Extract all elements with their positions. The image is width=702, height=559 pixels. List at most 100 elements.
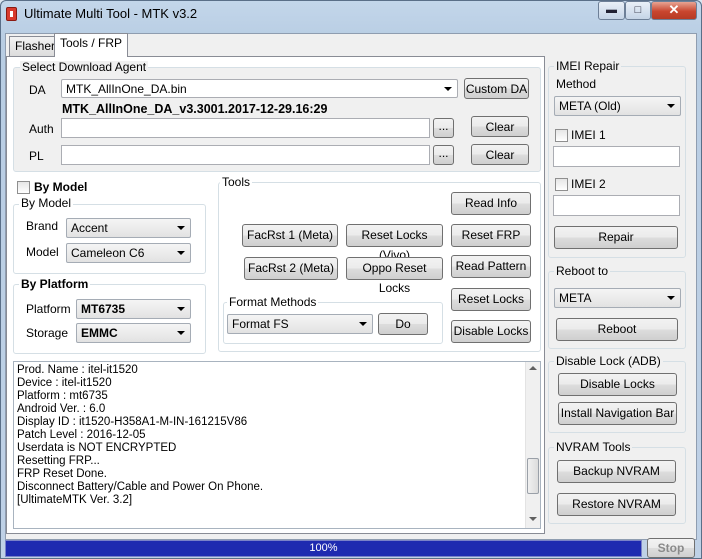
imei2-checkbox[interactable] [555, 178, 568, 191]
minimize-button[interactable]: ▬ [598, 1, 625, 20]
imei1-field[interactable] [553, 146, 680, 167]
close-button[interactable]: ✕ [651, 1, 697, 20]
oppo-reset-locks-button[interactable]: Oppo Reset Locks [346, 257, 443, 295]
log-output[interactable]: Prod. Name : itel-it1520 Device : itel-i… [13, 361, 541, 529]
format-method-value: Format FS [232, 317, 289, 331]
brand-label: Brand [26, 219, 59, 233]
minimize-icon: ▬ [606, 4, 617, 16]
facrst1-button[interactable]: FacRst 1 (Meta) [242, 224, 338, 247]
platform-select[interactable]: MT6735 [76, 299, 191, 319]
format-do-button[interactable]: Do [378, 313, 428, 335]
nvram-tools-label: NVRAM Tools [554, 440, 633, 454]
imei-repair-label: IMEI Repair [554, 59, 622, 73]
by-model-group [13, 204, 206, 274]
log-line: Android Ver. : 6.0 [17, 403, 106, 415]
by-model-group-label: By Model [19, 196, 74, 210]
log-line: FRP Reset Done. [17, 468, 107, 480]
download-agent-label: Select Download Agent [20, 60, 149, 74]
da-version-text: MTK_AllInOne_DA_v3.3001.2017-12-29.16:29 [62, 102, 328, 116]
chevron-down-icon [177, 307, 185, 311]
backup-nvram-button[interactable]: Backup NVRAM [557, 460, 676, 483]
maximize-button[interactable]: □ [625, 1, 651, 20]
platform-label: Platform [26, 302, 71, 316]
auth-clear-button[interactable]: Clear [471, 116, 529, 137]
imei1-label: IMEI 1 [571, 128, 606, 142]
da-select-value: MTK_AllInOne_DA.bin [66, 82, 187, 96]
imei2-field[interactable] [553, 195, 680, 216]
tab-tools-frp[interactable]: Tools / FRP [54, 33, 129, 57]
reboot-mode-value: META [559, 291, 592, 305]
scroll-up-icon[interactable] [529, 366, 537, 370]
format-methods-label: Format Methods [227, 295, 319, 309]
progress-text: 100% [309, 542, 338, 554]
storage-select[interactable]: EMMC [76, 323, 191, 343]
model-select[interactable]: Cameleon C6 [66, 243, 191, 263]
reset-locks-vivo-button[interactable]: Reset Locks (Vivo) [346, 224, 443, 262]
model-label: Model [26, 245, 59, 259]
platform-select-value: MT6735 [81, 302, 126, 316]
pl-browse-button[interactable]: ... [433, 145, 454, 165]
stop-button[interactable]: Stop [647, 538, 695, 558]
by-model-checkbox[interactable] [17, 181, 30, 194]
chevron-down-icon [177, 331, 185, 335]
log-line: Userdata is NOT ENCRYPTED [17, 442, 177, 454]
log-line: Disconnect Battery/Cable and Power On Ph… [17, 481, 264, 493]
scroll-down-icon[interactable] [529, 517, 537, 521]
app-icon [6, 7, 17, 21]
disable-locks-button[interactable]: Disable Locks [451, 320, 531, 343]
adb-disable-locks-button[interactable]: Disable Locks [558, 373, 677, 396]
da-label: DA [29, 83, 46, 97]
model-select-value: Cameleon C6 [71, 246, 145, 260]
format-method-select[interactable]: Format FS [227, 314, 373, 334]
storage-label: Storage [26, 326, 69, 340]
disable-lock-adb-label: Disable Lock (ADB) [554, 354, 663, 368]
pl-clear-button[interactable]: Clear [471, 144, 529, 165]
reboot-button[interactable]: Reboot [556, 318, 678, 341]
window-title: Ultimate Multi Tool - MTK v3.2 [24, 6, 198, 21]
by-model-checkbox-label: By Model [34, 180, 88, 194]
by-platform-group-label: By Platform [19, 277, 91, 291]
install-navigation-bar-button[interactable]: Install Navigation Bar [558, 402, 677, 425]
imei-method-value: META (Old) [559, 99, 621, 113]
scroll-thumb[interactable] [527, 458, 539, 494]
auth-field[interactable] [61, 118, 430, 138]
reset-frp-button[interactable]: Reset FRP [451, 224, 531, 247]
by-platform-group [13, 284, 206, 354]
imei2-label: IMEI 2 [571, 177, 606, 191]
auth-label: Auth [29, 122, 54, 136]
method-label: Method [556, 77, 597, 91]
chevron-down-icon [177, 226, 185, 230]
brand-select[interactable]: Accent [66, 218, 191, 238]
log-line: Patch Level : 2016-12-05 [17, 429, 146, 441]
read-pattern-button[interactable]: Read Pattern [451, 255, 531, 278]
log-line: [UltimateMTK Ver. 3.2] [17, 494, 133, 506]
reset-locks-button[interactable]: Reset Locks [451, 288, 531, 311]
read-info-button[interactable]: Read Info [451, 192, 531, 215]
reboot-group-label: Reboot to [554, 264, 611, 278]
log-line: Resetting FRP... [17, 455, 100, 467]
chevron-down-icon [177, 251, 185, 255]
da-select[interactable]: MTK_AllInOne_DA.bin [61, 79, 458, 98]
chevron-down-icon [667, 296, 675, 300]
reboot-mode-select[interactable]: META [554, 288, 681, 308]
title-bar[interactable]: Ultimate Multi Tool - MTK v3.2 ▬ □ ✕ [0, 0, 702, 28]
auth-browse-button[interactable]: ... [433, 118, 454, 138]
progress-bar: 100% [5, 540, 642, 557]
brand-select-value: Accent [71, 221, 108, 235]
facrst2-button[interactable]: FacRst 2 (Meta) [244, 257, 338, 280]
log-scrollbar[interactable] [525, 362, 540, 528]
imei-method-select[interactable]: META (Old) [554, 96, 681, 116]
repair-button[interactable]: Repair [554, 226, 678, 249]
log-line: Prod. Name : itel-it1520 [17, 364, 138, 376]
chevron-down-icon [667, 104, 675, 108]
custom-da-button[interactable]: Custom DA [464, 78, 529, 99]
pl-field[interactable] [61, 145, 430, 165]
imei1-checkbox[interactable] [555, 129, 568, 142]
pl-label: PL [29, 149, 44, 163]
close-icon: ✕ [668, 2, 680, 17]
chevron-down-icon [444, 87, 452, 91]
log-line: Platform : mt6735 [17, 390, 108, 402]
restore-nvram-button[interactable]: Restore NVRAM [557, 493, 676, 516]
log-line: Device : itel-it1520 [17, 377, 112, 389]
storage-select-value: EMMC [81, 326, 118, 340]
